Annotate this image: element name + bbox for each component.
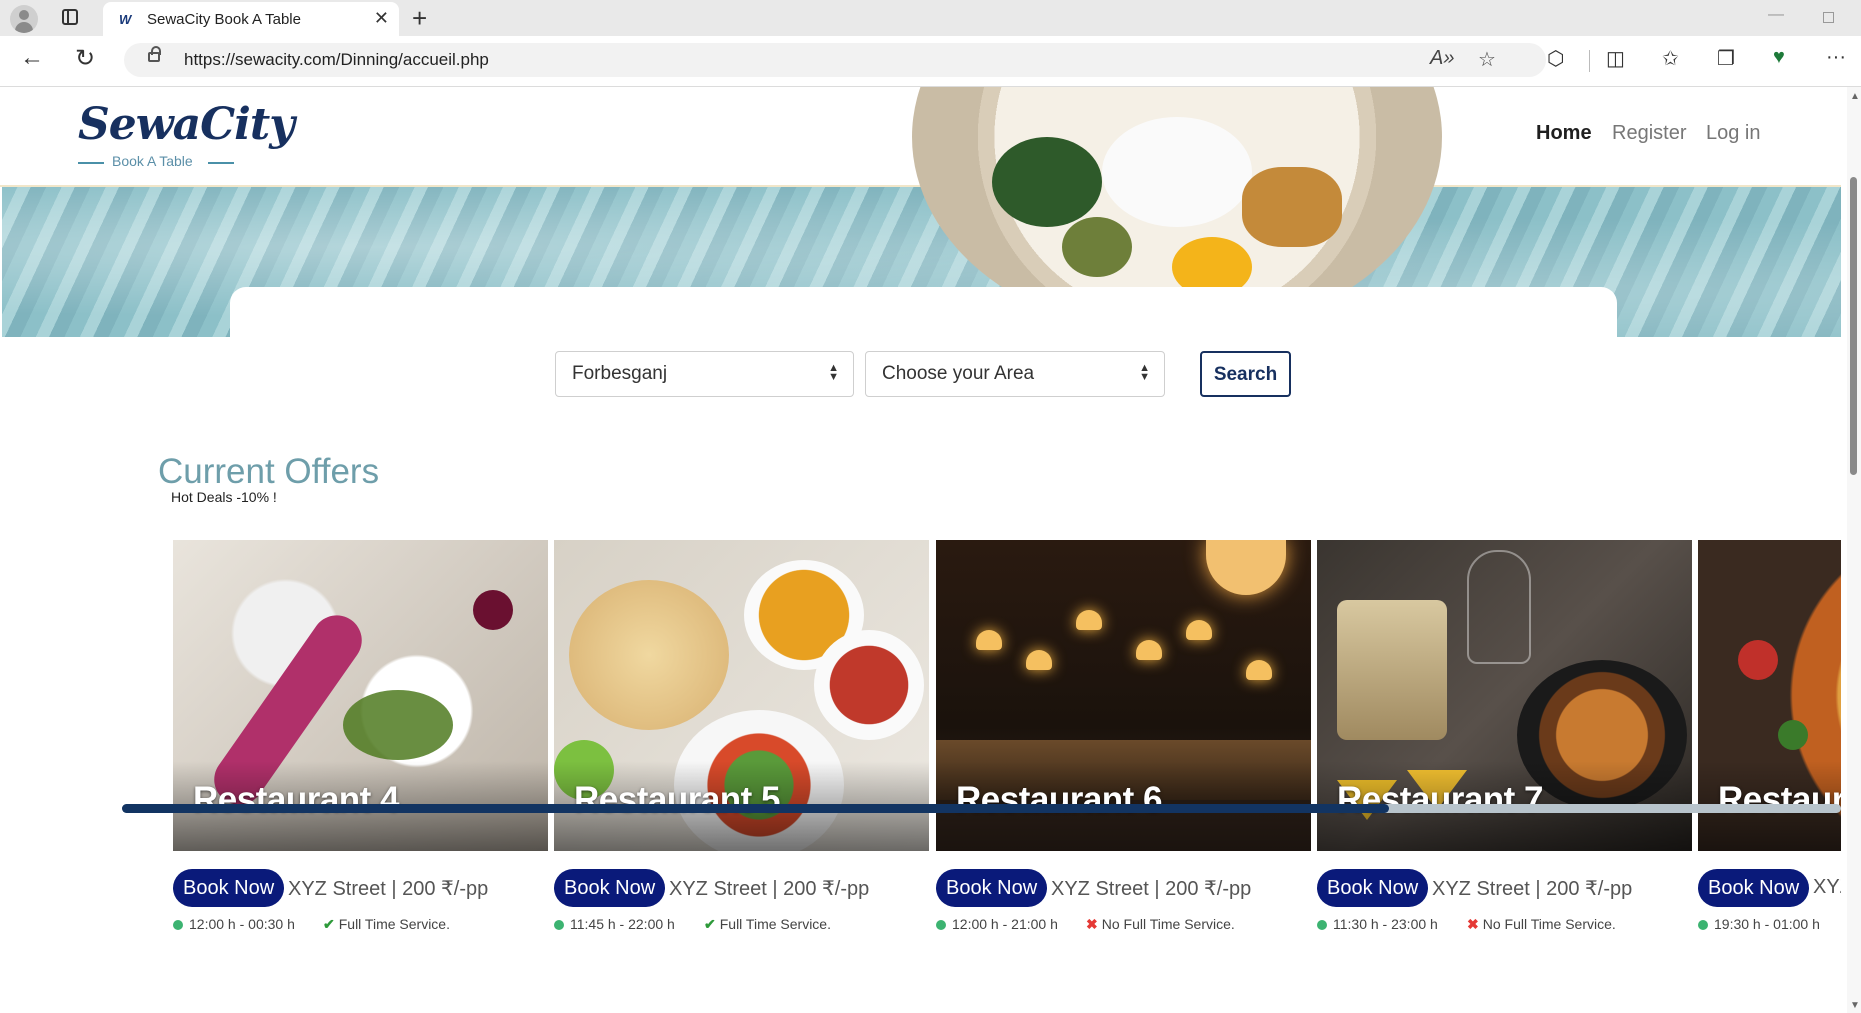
page-scrollbar[interactable]: ▲ ▼ (1847, 87, 1861, 1013)
scroll-down-arrow-icon[interactable]: ▼ (1850, 1000, 1860, 1011)
active-tab[interactable]: W SewaCity Book A Table ✕ (103, 2, 399, 36)
restaurant-address-price: XYZ Street | 200 ₹/-pp (1432, 878, 1633, 900)
site-tagline: Book A Table (78, 153, 234, 173)
browser-address-bar: ← ↻ https://sewacity.com/Dinning/accueil… (0, 36, 1861, 87)
hot-deals-subtitle: Hot Deals -10% ! (171, 489, 277, 505)
site-favicon-icon: W (119, 12, 132, 27)
minimize-icon[interactable]: — (1768, 6, 1784, 24)
tab-actions-icon[interactable] (62, 9, 78, 25)
opening-hours: 19:30 h - 01:00 h (1698, 916, 1820, 932)
nav-home-link[interactable]: Home (1536, 122, 1592, 145)
opening-hours: 11:30 h - 23:00 h (1317, 916, 1438, 932)
lock-icon[interactable] (148, 46, 161, 62)
back-icon[interactable]: ← (20, 44, 44, 72)
select-caret-icon: ▲ ▼ (1139, 362, 1150, 383)
restaurant-name[interactable]: Restaurant 5 (574, 780, 781, 820)
restaurant-address-price: XYZ Street | 200 ₹/-pp (669, 878, 870, 900)
url-text[interactable]: https://sewacity.com/Dinning/accueil.php (184, 50, 489, 70)
carousel-scrollbar-thumb[interactable] (122, 804, 1389, 813)
url-field[interactable]: https://sewacity.com/Dinning/accueil.php… (124, 43, 1546, 77)
open-status-dot-icon (1317, 920, 1327, 930)
tagline-right-rule (208, 162, 234, 164)
profile-icon[interactable] (10, 5, 38, 33)
restaurant-card: Restaura Book Now XYZ 19:30 h - 01:00 h (1698, 540, 1841, 940)
open-status-dot-icon (173, 920, 183, 930)
book-now-button[interactable]: Book Now (1317, 869, 1429, 907)
toolbar-divider (1589, 50, 1590, 72)
opening-hours: 11:45 h - 22:00 h (554, 916, 675, 932)
service-status: ✔ Full Time Service. (704, 916, 831, 932)
tagline-text: Book A Table (112, 153, 193, 169)
open-status-dot-icon (936, 920, 946, 930)
restaurant-name[interactable]: Restaurant 4 (193, 780, 400, 820)
read-aloud-icon[interactable]: A» (1430, 47, 1454, 70)
collections-icon[interactable]: ❐ (1717, 46, 1735, 71)
more-icon[interactable]: ··· (1826, 46, 1846, 69)
book-now-button[interactable]: Book Now (554, 869, 666, 907)
page-scrollbar-thumb[interactable] (1850, 177, 1857, 475)
service-status: ✔ Full Time Service. (323, 916, 450, 932)
refresh-icon[interactable]: ↻ (75, 44, 95, 73)
restaurant-name[interactable]: Restaurant 6 (956, 780, 1163, 820)
select-caret-icon: ▲ ▼ (828, 362, 839, 383)
close-icon[interactable]: ✕ (374, 8, 389, 29)
opening-hours: 12:00 h - 21:00 h (936, 916, 1058, 932)
restaurant-name[interactable]: Restaurant 7 (1337, 780, 1544, 820)
maximize-icon[interactable] (1823, 12, 1834, 23)
browser-tab-bar: W SewaCity Book A Table ✕ + — (0, 0, 1861, 36)
open-status-dot-icon (554, 920, 564, 930)
tagline-left-rule (78, 162, 104, 164)
nav-register-link[interactable]: Register (1612, 122, 1686, 145)
restaurant-address-price: XYZ Street | 200 ₹/-pp (1051, 878, 1252, 900)
site-logo[interactable]: SewaCity (78, 99, 295, 150)
restaurant-address-price: XYZ (1813, 876, 1841, 898)
service-status: ✖ No Full Time Service. (1086, 916, 1235, 932)
service-status: ✖ No Full Time Service. (1467, 916, 1616, 932)
favorites-icon[interactable]: ✩ (1662, 46, 1679, 71)
check-icon: ✔ (704, 916, 716, 932)
restaurant-name[interactable]: Restaura (1718, 780, 1841, 820)
current-offers-heading: Current Offers (158, 452, 380, 492)
area-select-value: Choose your Area (882, 363, 1035, 384)
open-status-dot-icon (1698, 920, 1708, 930)
tab-title: SewaCity Book A Table (147, 11, 301, 28)
scroll-up-arrow-icon[interactable]: ▲ (1850, 91, 1860, 102)
split-screen-icon[interactable]: ◫ (1606, 46, 1625, 71)
search-button[interactable]: Search (1200, 351, 1291, 397)
extensions-icon[interactable]: ⬡ (1547, 46, 1564, 71)
book-now-button[interactable]: Book Now (1698, 869, 1810, 907)
new-tab-icon[interactable]: + (412, 3, 427, 34)
book-now-button[interactable]: Book Now (173, 869, 285, 907)
page-viewport: SewaCity Book A Table Home Register Log … (0, 87, 1841, 1013)
cross-icon: ✖ (1467, 916, 1479, 932)
city-select[interactable]: Forbesganj ▲ ▼ (555, 351, 854, 397)
carousel-scrollbar[interactable] (122, 804, 1841, 813)
book-now-button[interactable]: Book Now (936, 869, 1048, 907)
favorite-star-icon[interactable]: ☆ (1478, 47, 1496, 72)
nav-login-link[interactable]: Log in (1706, 122, 1761, 145)
check-icon: ✔ (323, 916, 335, 932)
browser-essentials-icon[interactable]: ♥ (1773, 46, 1785, 69)
city-select-value: Forbesganj (572, 363, 668, 384)
restaurant-address-price: XYZ Street | 200 ₹/-pp (288, 878, 489, 900)
cross-icon: ✖ (1086, 916, 1098, 932)
area-select[interactable]: Choose your Area ▲ ▼ (865, 351, 1165, 397)
opening-hours: 12:00 h - 00:30 h (173, 916, 295, 932)
